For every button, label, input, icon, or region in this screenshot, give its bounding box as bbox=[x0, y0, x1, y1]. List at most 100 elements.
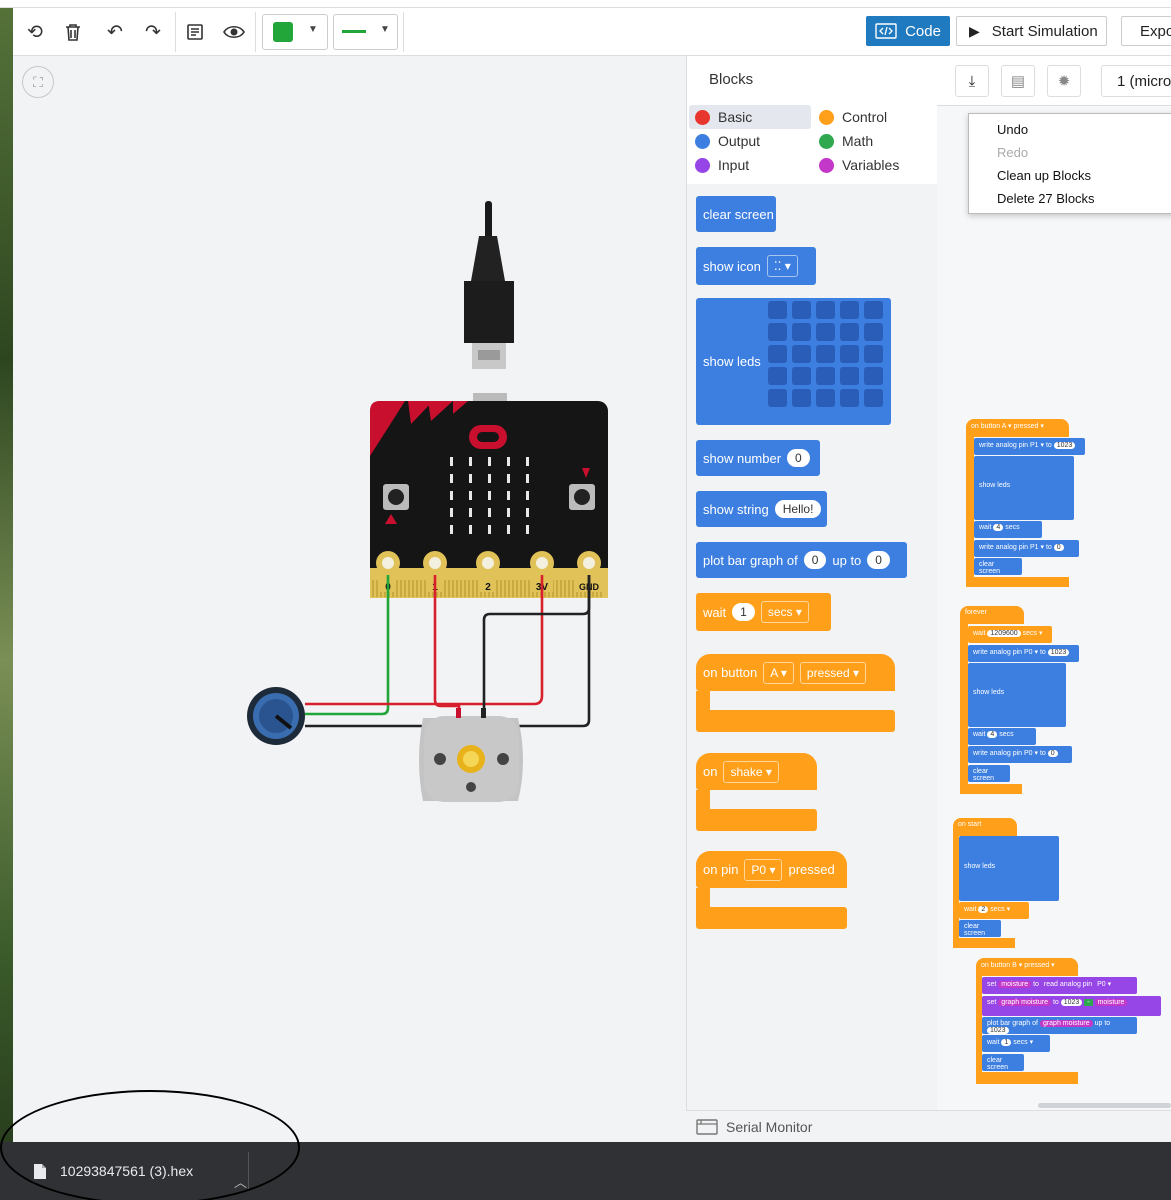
led bbox=[507, 525, 510, 534]
led-cell[interactable] bbox=[816, 345, 835, 363]
redo-icon[interactable]: ↷ bbox=[137, 16, 169, 48]
s2-leds-label: show leds bbox=[973, 689, 1005, 696]
workspace-horizontal-scrollbar[interactable] bbox=[1038, 1103, 1171, 1108]
s4-plot-label: plot bar graph of bbox=[987, 1020, 1038, 1027]
visibility-icon[interactable] bbox=[218, 16, 250, 48]
led-cell[interactable] bbox=[864, 367, 883, 385]
s1-leds-label: show leds bbox=[979, 482, 1011, 489]
show-string-value-input[interactable]: Hello! bbox=[774, 500, 822, 518]
undo-icon[interactable]: ↶ bbox=[99, 16, 131, 48]
menu-item-undo[interactable]: Undo bbox=[969, 120, 1171, 143]
button-event-label: pressed bbox=[806, 665, 850, 680]
led-cell[interactable] bbox=[792, 389, 811, 407]
led-cell[interactable] bbox=[864, 389, 883, 407]
delete-icon[interactable] bbox=[57, 16, 89, 48]
led-cell[interactable] bbox=[768, 367, 787, 385]
led-cell[interactable] bbox=[816, 389, 835, 407]
led-cell[interactable] bbox=[816, 367, 835, 385]
icon-picker-dropdown[interactable]: ⁚⁚ ▾ bbox=[766, 255, 798, 277]
menu-item-delete-blocks[interactable]: Delete 27 Blocks bbox=[969, 189, 1171, 212]
led-cell[interactable] bbox=[840, 323, 859, 341]
led-cell[interactable] bbox=[768, 345, 787, 363]
led-cell[interactable] bbox=[792, 345, 811, 363]
led-cell[interactable] bbox=[792, 367, 811, 385]
export-button[interactable]: Expo bbox=[1121, 16, 1171, 46]
led-cell[interactable] bbox=[840, 367, 859, 385]
s4-pin-label: P0 bbox=[1097, 981, 1106, 988]
led-matrix-picker[interactable] bbox=[768, 301, 886, 413]
block-plot-bar-graph[interactable]: plot bar graph of 0 up to 0 bbox=[696, 542, 907, 578]
led-cell[interactable] bbox=[864, 301, 883, 319]
block-on-pin[interactable]: on pin P0 ▾ pressed bbox=[696, 851, 848, 931]
button-select-label: A bbox=[770, 665, 778, 680]
wait-value-input[interactable]: 1 bbox=[732, 603, 755, 621]
block-clear-screen[interactable]: clear screen bbox=[696, 196, 776, 232]
category-output[interactable]: Output bbox=[689, 129, 760, 153]
s1-btn-label: A bbox=[1001, 423, 1007, 430]
button-select-dropdown[interactable]: A ▾ bbox=[763, 661, 794, 684]
gesture-dropdown[interactable]: shake ▾ bbox=[723, 760, 779, 783]
s2-wait2-label: wait bbox=[973, 731, 986, 738]
code-button[interactable]: Code bbox=[866, 16, 950, 46]
basic-dot-icon bbox=[695, 109, 710, 125]
category-basic[interactable]: Basic bbox=[689, 105, 811, 129]
led-cell[interactable] bbox=[768, 301, 787, 319]
category-basic-label: Basic bbox=[718, 109, 753, 125]
s1-clear-label: clear screen bbox=[979, 561, 1001, 575]
download-icon[interactable]: ⤓ bbox=[955, 65, 989, 97]
led bbox=[507, 508, 510, 517]
start-simulation-button[interactable]: ▶ Start Simulation bbox=[956, 16, 1107, 46]
s4-to2-label: to bbox=[1052, 999, 1059, 1006]
led-cell[interactable] bbox=[816, 323, 835, 341]
category-input[interactable]: Input bbox=[689, 153, 749, 177]
led-cell[interactable] bbox=[816, 301, 835, 319]
s4-wait-val: 1 bbox=[1001, 1039, 1012, 1046]
debug-icon[interactable]: ✹ bbox=[1047, 65, 1081, 97]
wire-color-dropdown[interactable]: ▼ bbox=[262, 14, 328, 50]
led-cell[interactable] bbox=[864, 345, 883, 363]
led-cell[interactable] bbox=[792, 323, 811, 341]
block-show-string[interactable]: show string Hello! bbox=[696, 491, 827, 527]
button-event-dropdown[interactable]: pressed ▾ bbox=[799, 661, 866, 684]
block-wait[interactable]: wait 1 secs ▾ bbox=[696, 593, 831, 631]
led-cell[interactable] bbox=[840, 389, 859, 407]
led bbox=[488, 457, 491, 466]
plot-bar-value-input[interactable]: 0 bbox=[803, 551, 827, 569]
fit-view-button[interactable]: ⛶ bbox=[22, 66, 54, 98]
s4-val-label: 1023 bbox=[1060, 999, 1083, 1006]
block-show-icon[interactable]: show icon ⁚⁚ ▾ bbox=[696, 247, 816, 285]
library-icon[interactable]: ▤ bbox=[1001, 65, 1035, 97]
led-cell[interactable] bbox=[768, 389, 787, 407]
category-control[interactable]: Control bbox=[813, 105, 887, 129]
led-cell[interactable] bbox=[768, 323, 787, 341]
pin-select-dropdown[interactable]: P0 ▾ bbox=[744, 858, 783, 881]
device-select[interactable]: 1 (micro bbox=[1101, 65, 1171, 97]
wire-type-dropdown[interactable]: ▼ bbox=[333, 14, 398, 50]
block-on-button[interactable]: on button A ▾ pressed ▾ bbox=[696, 654, 896, 734]
menu-item-clean-up-blocks[interactable]: Clean up Blocks bbox=[969, 166, 1171, 189]
plot-bar-upto-label: up to bbox=[832, 552, 862, 568]
desktop-background bbox=[0, 0, 13, 1200]
category-math-label: Math bbox=[842, 133, 874, 149]
rotate-icon[interactable]: ⟲ bbox=[19, 16, 51, 48]
show-number-value-input[interactable]: 0 bbox=[787, 449, 810, 467]
notes-icon[interactable] bbox=[179, 16, 211, 48]
led-cell[interactable] bbox=[792, 301, 811, 319]
led-cell[interactable] bbox=[840, 301, 859, 319]
block-on-shake[interactable]: on shake ▾ bbox=[696, 753, 818, 833]
s4-op-label: - bbox=[1084, 999, 1093, 1006]
circuit-canvas[interactable]: 0 1 2 3V GND bbox=[13, 56, 686, 1142]
serial-monitor-bar[interactable]: Serial Monitor bbox=[686, 1110, 1171, 1142]
category-variables[interactable]: Variables bbox=[813, 153, 899, 177]
s1-wait-val: 4 bbox=[993, 524, 1004, 531]
block-show-number[interactable]: show number 0 bbox=[696, 440, 820, 476]
led-cell[interactable] bbox=[840, 345, 859, 363]
block-on-label: on bbox=[703, 764, 718, 779]
s2-l2-label: write analog pin bbox=[973, 750, 1023, 757]
wait-unit-dropdown[interactable]: secs ▾ bbox=[760, 601, 809, 623]
plot-bar-upto-input[interactable]: 0 bbox=[867, 551, 890, 569]
category-math[interactable]: Math bbox=[813, 129, 873, 153]
block-show-leds[interactable]: show leds bbox=[696, 298, 891, 425]
led-cell[interactable] bbox=[864, 323, 883, 341]
led bbox=[469, 525, 472, 534]
